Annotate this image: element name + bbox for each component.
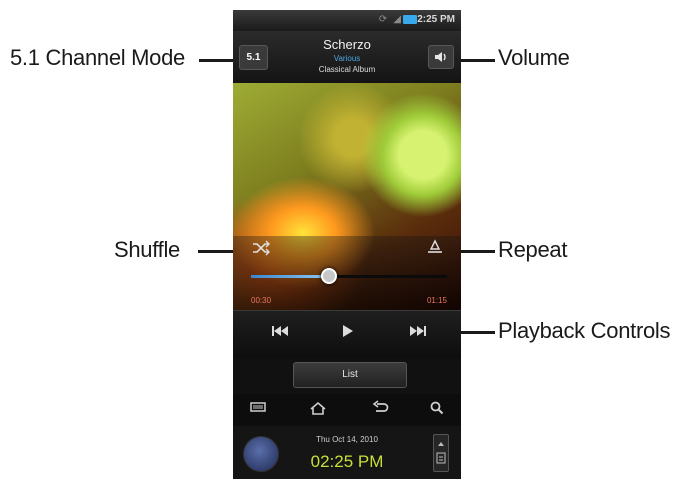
sync-icon: ⟳	[378, 14, 388, 25]
progress-fill	[251, 275, 330, 278]
volume-button[interactable]	[428, 45, 454, 69]
callout-shuffle-line	[198, 250, 235, 253]
menu-icon[interactable]	[249, 400, 267, 417]
callout-channel-mode: 5.1 Channel Mode	[10, 45, 185, 70]
callout-shuffle: Shuffle	[114, 237, 180, 262]
side-handle[interactable]	[433, 434, 449, 472]
battery-icon	[403, 15, 417, 24]
now-playing-header: 5.1 Scherzo Various Classical Album	[233, 31, 461, 83]
song-title: Scherzo	[323, 37, 371, 52]
status-bar: ⟳ ◢ 2:25 PM	[233, 10, 461, 31]
callout-playback-controls-line	[459, 331, 495, 334]
back-icon[interactable]	[371, 400, 389, 419]
callout-repeat-line	[459, 250, 495, 253]
list-button[interactable]: List	[293, 362, 407, 388]
callout-channel-mode-line	[199, 59, 235, 62]
speaker-icon	[435, 52, 446, 62]
total-time: 01:15	[426, 296, 447, 305]
callout-volume: Volume	[498, 45, 570, 70]
date-label: Thu Oct 14, 2010	[316, 435, 378, 444]
callout-playback-controls: Playback Controls	[498, 318, 671, 343]
album-name: Classical Album	[318, 65, 376, 74]
softkey-bar	[233, 394, 461, 426]
shuffle-icon[interactable]	[251, 240, 271, 260]
home-icon[interactable]	[309, 400, 327, 419]
status-time: 2:25 PM	[417, 14, 455, 25]
elapsed-time: 00:30	[251, 296, 272, 305]
previous-icon[interactable]	[269, 323, 289, 344]
search-icon[interactable]	[429, 400, 445, 419]
play-icon[interactable]	[341, 323, 355, 344]
callout-volume-line	[459, 59, 495, 62]
artist-name: Various	[333, 54, 361, 63]
playback-controls	[233, 310, 461, 359]
signal-icon: ◢	[393, 14, 401, 25]
clock-label: 02:25 PM	[310, 452, 384, 471]
progress-bar[interactable]	[251, 275, 447, 278]
next-icon[interactable]	[409, 323, 429, 344]
repeat-icon[interactable]	[425, 238, 445, 260]
phone-screen: ⟳ ◢ 2:25 PM 5.1 Scherzo Various Classica…	[233, 10, 461, 479]
lock-bar: Thu Oct 14, 2010 02:25 PM	[233, 426, 461, 479]
callout-repeat: Repeat	[498, 237, 568, 262]
